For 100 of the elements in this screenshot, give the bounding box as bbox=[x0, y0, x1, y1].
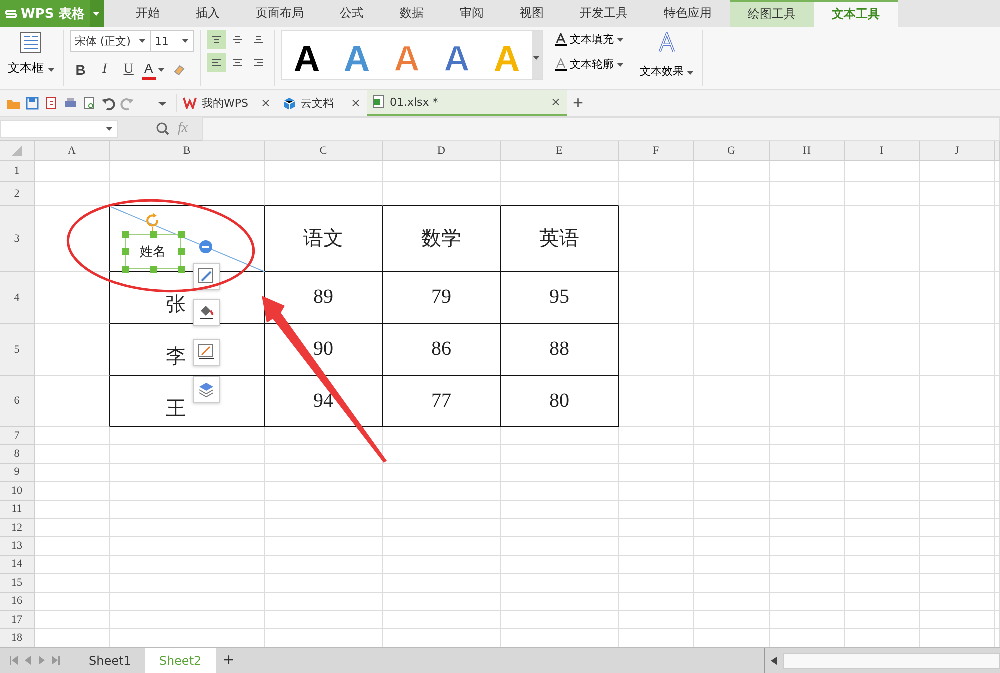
grid-cell[interactable] bbox=[35, 272, 110, 324]
grid-cell[interactable]: 数学 bbox=[383, 206, 501, 272]
grid-cell[interactable]: 88 bbox=[501, 324, 619, 376]
last-sheet-icon[interactable] bbox=[52, 656, 60, 665]
scroll-left-icon[interactable] bbox=[771, 656, 777, 664]
menu-tab[interactable]: 特色应用 bbox=[646, 0, 730, 27]
resize-handle[interactable] bbox=[122, 231, 129, 238]
menu-tab[interactable]: 开始 bbox=[118, 0, 178, 27]
text-fill-button[interactable]: 文本填充 bbox=[552, 30, 626, 49]
menu-tab[interactable]: 视图 bbox=[502, 0, 562, 27]
grid-cell[interactable] bbox=[35, 324, 110, 376]
rotate-handle[interactable] bbox=[146, 213, 159, 232]
grid-cell[interactable] bbox=[35, 376, 110, 427]
document-tab[interactable]: 云文档 × bbox=[277, 90, 367, 116]
menu-tab[interactable]: 插入 bbox=[178, 0, 238, 27]
first-sheet-icon[interactable] bbox=[10, 656, 18, 665]
row-header[interactable]: 10 bbox=[0, 482, 35, 501]
previous-sheet-icon[interactable] bbox=[24, 656, 32, 665]
fill-button[interactable] bbox=[193, 299, 220, 326]
column-header[interactable]: G bbox=[694, 141, 770, 161]
font-size-dropdown[interactable]: 11 bbox=[150, 31, 193, 51]
app-dropdown-button[interactable] bbox=[90, 0, 104, 27]
close-tab-button[interactable]: × bbox=[550, 95, 561, 109]
print-preview-icon[interactable] bbox=[82, 96, 97, 110]
row-header[interactable]: 6 bbox=[0, 376, 35, 427]
row-header[interactable]: 16 bbox=[0, 592, 35, 611]
resize-handle[interactable] bbox=[150, 266, 157, 273]
export-pdf-icon[interactable] bbox=[44, 96, 59, 110]
resize-handle[interactable] bbox=[178, 248, 185, 255]
column-header[interactable]: H bbox=[770, 141, 845, 161]
resize-handle[interactable] bbox=[178, 231, 185, 238]
document-tab[interactable]: 01.xlsx * × bbox=[367, 90, 567, 116]
gallery-more-button[interactable] bbox=[532, 31, 542, 79]
grid-cell[interactable]: 86 bbox=[383, 324, 501, 376]
column-header[interactable]: D bbox=[383, 141, 501, 161]
menu-tab[interactable]: 文本工具 bbox=[814, 0, 898, 27]
row-header[interactable]: 18 bbox=[0, 629, 35, 647]
column-header[interactable]: I bbox=[845, 141, 920, 161]
select-all-corner[interactable] bbox=[0, 141, 35, 161]
column-header[interactable]: A bbox=[35, 141, 110, 161]
row-header[interactable]: 3 bbox=[0, 206, 35, 272]
line-endpoint-handle[interactable] bbox=[200, 240, 212, 254]
column-header[interactable]: E bbox=[501, 141, 619, 161]
menu-tab[interactable]: 开发工具 bbox=[562, 0, 646, 27]
row-header[interactable]: 9 bbox=[0, 464, 35, 482]
textbox-button[interactable]: 文本框 bbox=[6, 30, 57, 79]
formula-input[interactable] bbox=[202, 116, 1000, 140]
row-header[interactable]: 1 bbox=[0, 161, 35, 182]
grid-cell[interactable]: 英语 bbox=[501, 206, 619, 272]
menu-tab[interactable]: 页面布局 bbox=[238, 0, 322, 27]
new-tab-button[interactable]: + bbox=[567, 92, 590, 114]
next-sheet-icon[interactable] bbox=[38, 656, 46, 665]
grid-cell[interactable]: 语文 bbox=[265, 206, 383, 272]
row-header[interactable]: 5 bbox=[0, 324, 35, 376]
grid-cell[interactable]: 77 bbox=[383, 376, 501, 427]
shape-style-button[interactable] bbox=[193, 263, 220, 290]
column-header[interactable]: B bbox=[110, 141, 265, 161]
font-name-dropdown[interactable]: 宋体 (正文) bbox=[70, 31, 151, 51]
row-header[interactable]: 15 bbox=[0, 574, 35, 593]
text-outline-button[interactable]: 文本轮廓 bbox=[552, 55, 626, 74]
search-icon[interactable] bbox=[156, 122, 170, 136]
add-sheet-button[interactable]: + bbox=[216, 650, 242, 671]
menu-tab[interactable]: 数据 bbox=[382, 0, 442, 27]
row-header[interactable]: 2 bbox=[0, 182, 35, 206]
column-header[interactable]: J bbox=[920, 141, 995, 161]
undo-icon[interactable] bbox=[101, 96, 116, 110]
save-icon[interactable] bbox=[25, 96, 40, 110]
horizontal-align-button[interactable] bbox=[206, 53, 226, 72]
grid-cell[interactable]: 80 bbox=[501, 376, 619, 427]
column-header[interactable]: F bbox=[619, 141, 694, 161]
vertical-align-button[interactable] bbox=[206, 30, 226, 49]
menu-tab[interactable]: 绘图工具 bbox=[730, 0, 814, 27]
row-header[interactable]: 7 bbox=[0, 427, 35, 446]
row-header[interactable]: 8 bbox=[0, 445, 35, 464]
row-header[interactable]: 13 bbox=[0, 537, 35, 556]
italic-button[interactable]: I bbox=[94, 58, 116, 82]
menu-tab[interactable]: 审阅 bbox=[442, 0, 502, 27]
bold-button[interactable]: B bbox=[70, 58, 92, 82]
close-tab-button[interactable]: × bbox=[350, 96, 361, 110]
arrange-button[interactable] bbox=[193, 376, 220, 403]
resize-handle[interactable] bbox=[178, 266, 185, 273]
document-tab[interactable]: 我的WPS × bbox=[177, 90, 277, 116]
close-tab-button[interactable]: × bbox=[260, 96, 271, 110]
horizontal-scrollbar[interactable] bbox=[764, 648, 1000, 673]
row-header[interactable]: 14 bbox=[0, 556, 35, 574]
row-header[interactable]: 17 bbox=[0, 610, 35, 630]
resize-handle[interactable] bbox=[122, 266, 129, 273]
row-header[interactable]: 12 bbox=[0, 518, 35, 538]
text-effect-button[interactable]: 文本效果 bbox=[638, 30, 696, 81]
column-header[interactable]: C bbox=[265, 141, 383, 161]
row-header[interactable]: 4 bbox=[0, 272, 35, 324]
row-header[interactable]: 11 bbox=[0, 500, 35, 519]
underline-button[interactable]: U bbox=[118, 58, 140, 82]
grid-cell[interactable] bbox=[35, 206, 110, 272]
grid-cell[interactable]: 95 bbox=[501, 272, 619, 324]
name-box[interactable] bbox=[0, 120, 118, 138]
resize-handle[interactable] bbox=[150, 231, 157, 238]
font-color-button[interactable]: A bbox=[142, 60, 156, 80]
grid-cell[interactable]: 79 bbox=[383, 272, 501, 324]
outline-button[interactable] bbox=[193, 339, 220, 366]
